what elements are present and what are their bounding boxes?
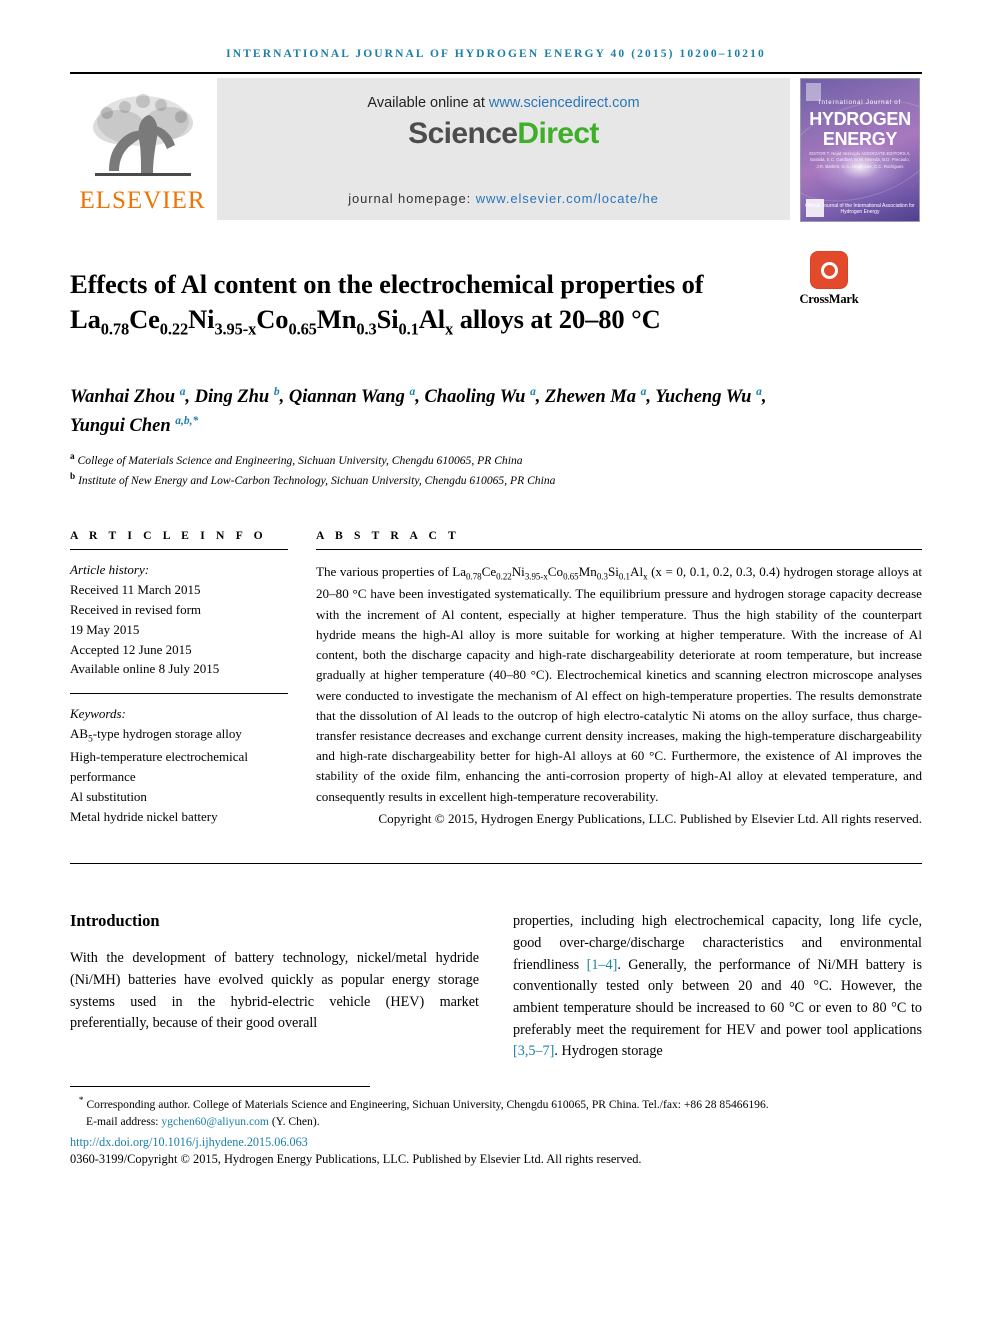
history-item: Accepted 12 June 2015 <box>70 641 192 657</box>
author-affiliation-marker: a <box>530 386 536 399</box>
crossmark-label: CrossMark <box>799 292 859 306</box>
citation-link-1-4[interactable]: [1–4] <box>587 957 618 973</box>
article-page: INTERNATIONAL JOURNAL OF HYDROGEN ENERGY… <box>0 0 992 1323</box>
body-columns: Introduction With the development of bat… <box>70 911 922 1063</box>
elsevier-wordmark: ELSEVIER <box>79 187 206 214</box>
email-link[interactable]: ygchen60@aliyun.com <box>161 1115 269 1128</box>
article-info-heading: A R T I C L E I N F O <box>70 529 267 543</box>
article-history: Article history: Received 11 March 2015 … <box>70 560 288 679</box>
corresponding-author-text: Corresponding author. College of Materia… <box>86 1097 769 1111</box>
cover-title-line2: ENERGY <box>822 129 898 149</box>
article-history-label: Article history: <box>70 562 150 578</box>
running-head: INTERNATIONAL JOURNAL OF HYDROGEN ENERGY… <box>226 48 766 60</box>
footnote-rule <box>70 1086 370 1088</box>
journal-homepage-link[interactable]: www.elsevier.com/locate/he <box>476 191 659 206</box>
keyword-item: High-temperature electrochemical perform… <box>70 749 248 784</box>
body-column-left: Introduction With the development of bat… <box>70 911 479 1063</box>
keyword-item: AB5-type hydrogen storage alloy <box>70 726 242 745</box>
affiliation-list: a College of Materials Science and Engin… <box>70 450 922 491</box>
elsevier-tree-icon <box>92 94 193 176</box>
sciencedirect-logo-part2: Direct <box>517 117 599 150</box>
article-info-rule <box>70 549 288 551</box>
journal-homepage-line: journal homepage: www.elsevier.com/locat… <box>217 191 790 206</box>
body-separator-rule <box>70 863 922 865</box>
abstract-column: A B S T R A C T The various properties o… <box>316 529 922 829</box>
sciencedirect-logo-part1: Science <box>408 117 518 150</box>
sciencedirect-logo: ScienceDirect <box>408 117 599 151</box>
abstract-copyright: Copyright © 2015, Hydrogen Energy Public… <box>378 810 922 826</box>
available-online-label: Available online at <box>367 95 489 111</box>
available-online-line: Available online at www.sciencedirect.co… <box>367 95 639 111</box>
keyword-item: Al substitution <box>70 788 147 804</box>
author-name: Qiannan Wang <box>288 387 405 408</box>
affiliation-item: b Institute of New Energy and Low-Carbon… <box>70 470 922 491</box>
email-label: E-mail address: <box>86 1114 162 1128</box>
intro-paragraph-right: properties, including high electrochemic… <box>513 911 922 1063</box>
history-item: Received 11 March 2015 <box>70 581 201 597</box>
sciencedirect-banner: Available online at www.sciencedirect.co… <box>217 78 790 220</box>
author-affiliation-marker: a <box>640 386 647 399</box>
author-list: Wanhai Zhou a, Ding Zhu b, Qiannan Wang … <box>70 386 767 437</box>
title-row: Effects of Al content on the electrochem… <box>70 249 922 357</box>
affiliation-text: Institute of New Energy and Low-Carbon T… <box>78 474 556 488</box>
issn-copyright: 0360-3199/Copyright © 2015, Hydrogen Ene… <box>70 1151 642 1166</box>
cover-editors: EDITOR T. Nejat Veziroglu ASSOCIATE EDIT… <box>809 151 911 169</box>
abstract-heading: A B S T R A C T <box>316 529 460 543</box>
footnote-block: * Corresponding author. College of Mater… <box>70 1094 922 1130</box>
author-affiliation-marker: a <box>756 386 762 399</box>
corresponding-author-note: * Corresponding author. College of Mater… <box>70 1094 922 1114</box>
info-abstract-section: A R T I C L E I N F O Article history: R… <box>70 529 922 829</box>
journal-cover-image: International Journal of HYDROGEN ENERGY… <box>800 78 920 222</box>
cover-footer: Official Journal of the International As… <box>805 203 915 215</box>
citation-link-3-5-7[interactable]: [3,5–7] <box>513 1043 554 1059</box>
crossmark-icon <box>810 251 848 289</box>
author-name: Zhewen Ma <box>545 387 637 408</box>
affiliation-marker: b <box>70 472 76 483</box>
author-affiliation-marker: a <box>409 386 416 399</box>
affiliation-text: College of Materials Science and Enginee… <box>77 453 523 467</box>
abstract-text: The various properties of La0.78Ce0.22Ni… <box>316 564 922 804</box>
author-name: Ding Zhu <box>194 387 270 408</box>
keyword-item: Metal hydride nickel battery <box>70 808 218 824</box>
journal-cover: International Journal of HYDROGEN ENERGY… <box>800 74 922 226</box>
history-item: Received in revised form <box>70 601 202 617</box>
author-affiliation-marker: b <box>273 386 280 399</box>
affiliation-marker: a <box>70 451 75 462</box>
body-column-right: properties, including high electrochemic… <box>513 911 922 1063</box>
author-name: Chaoling Wu <box>424 387 526 408</box>
author-name: Yungui Chen <box>70 416 171 437</box>
intro-paragraph-left: With the development of battery technolo… <box>70 950 479 1032</box>
masthead: ELSEVIER Available online at www.science… <box>70 72 922 226</box>
keywords-label: Keywords: <box>70 706 126 722</box>
page-title: Effects of Al content on the electrochem… <box>70 268 704 339</box>
sciencedirect-link[interactable]: www.sciencedirect.com <box>489 95 640 111</box>
cover-title-line1: HYDROGEN <box>809 109 911 129</box>
keywords-block: Keywords: AB5-type hydrogen storage allo… <box>70 704 288 826</box>
cover-pretitle: International Journal of <box>818 99 902 106</box>
author-affiliation-marker: a <box>179 386 186 399</box>
history-item: 19 May 2015 <box>70 621 140 637</box>
author-name: Wanhai Zhou <box>70 387 176 408</box>
history-item: Available online 8 July 2015 <box>70 661 220 677</box>
doi-link[interactable]: http://dx.doi.org/10.1016/j.ijhydene.201… <box>70 1135 922 1150</box>
article-info-column: A R T I C L E I N F O Article history: R… <box>70 529 316 829</box>
section-heading-introduction: Introduction <box>70 911 160 931</box>
email-note: E-mail address: ygchen60@aliyun.com (Y. … <box>70 1114 922 1131</box>
crossmark-badge[interactable]: CrossMark <box>790 249 868 357</box>
intro-right-part3: . Hydrogen storage <box>554 1043 663 1060</box>
author-name: Yucheng Wu <box>655 387 752 408</box>
journal-homepage-label: journal homepage: <box>348 191 476 206</box>
abstract-rule <box>316 549 922 551</box>
affiliation-item: a College of Materials Science and Engin… <box>70 450 922 471</box>
elsevier-logo: ELSEVIER <box>70 74 215 226</box>
author-affiliation-marker: a,b,* <box>175 414 199 427</box>
email-suffix: (Y. Chen). <box>268 1114 320 1128</box>
corresponding-marker: * <box>78 1095 84 1107</box>
keywords-rule <box>70 693 288 695</box>
